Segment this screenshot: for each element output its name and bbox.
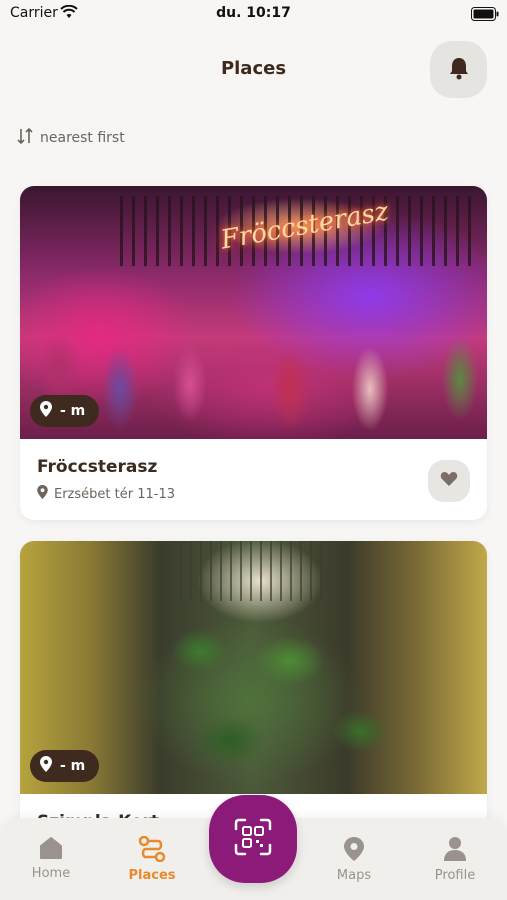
place-name: Fröccsterasz — [37, 457, 158, 477]
qr-scan-button[interactable] — [209, 795, 297, 883]
location-pin-icon — [40, 756, 52, 776]
qr-scan-icon — [234, 818, 272, 860]
location-pin-icon — [37, 485, 48, 503]
sort-label: nearest first — [40, 130, 125, 146]
profile-icon — [415, 836, 495, 862]
tab-home[interactable]: Home — [11, 836, 91, 881]
sort-toggle[interactable]: nearest first — [16, 127, 125, 149]
tab-label: Profile — [434, 868, 476, 883]
tab-label: Home — [31, 866, 71, 881]
heart-icon — [440, 471, 458, 491]
bell-icon — [448, 56, 470, 84]
tab-places[interactable]: Places — [112, 836, 192, 883]
tab-label: Maps — [336, 868, 372, 883]
tab-maps[interactable]: Maps — [314, 836, 394, 883]
location-pin-icon — [40, 401, 52, 421]
sort-arrows-icon — [16, 127, 34, 149]
photo-plants — [140, 591, 400, 791]
battery-icon — [471, 6, 499, 25]
places-icon — [112, 836, 192, 862]
place-card[interactable]: Fröccsterasz - m Fröccsterasz Erzsébet t… — [20, 186, 487, 520]
place-photo: Fröccsterasz - m — [20, 186, 487, 439]
place-address: Erzsébet tér 11-13 — [54, 486, 175, 502]
place-photo: - m — [20, 541, 487, 794]
status-time: du. 10:17 — [216, 5, 291, 21]
home-icon — [11, 836, 91, 860]
status-bar: Carrier du. 10:17 — [0, 0, 507, 28]
tab-label: Places — [128, 868, 176, 883]
notifications-button[interactable] — [430, 41, 487, 98]
address-row: Erzsébet tér 11-13 — [37, 485, 470, 503]
map-pin-icon — [314, 836, 394, 862]
distance-text: - m — [60, 758, 86, 774]
tab-profile[interactable]: Profile — [415, 836, 495, 883]
distance-badge: - m — [30, 750, 100, 782]
distance-badge: - m — [30, 395, 100, 427]
card-body: Fröccsterasz Erzsébet tér 11-13 — [20, 439, 487, 520]
favorite-button[interactable] — [428, 460, 470, 502]
distance-text: - m — [60, 403, 86, 419]
